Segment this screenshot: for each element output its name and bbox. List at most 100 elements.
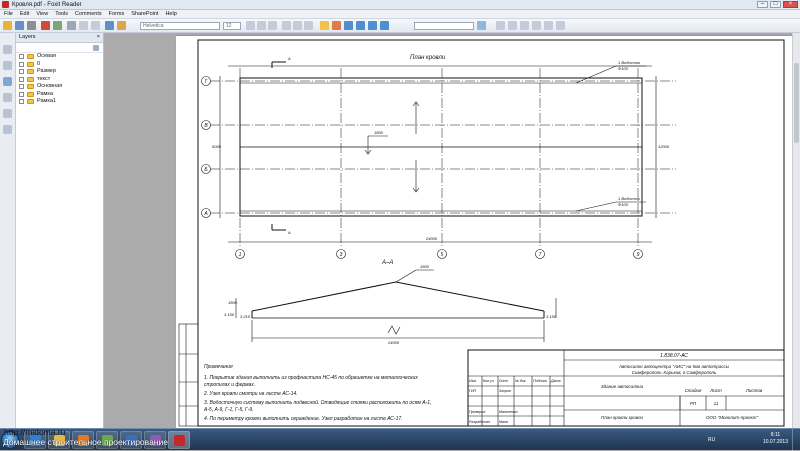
create-pdf-icon[interactable] bbox=[41, 21, 50, 30]
dim-section-width: 24000 bbox=[387, 340, 400, 345]
minimize-button[interactable]: – bbox=[757, 1, 768, 8]
stamp-stage-header: Стадия bbox=[685, 388, 702, 393]
document-viewer[interactable]: Г В Б А 1 3 5 7 9 План кровли 24000 1200… bbox=[105, 33, 800, 428]
stamp-name: Згоров bbox=[499, 389, 511, 393]
edge-mark-left: 3.150 bbox=[224, 312, 235, 317]
layer-item[interactable]: Рамка1 bbox=[16, 98, 103, 106]
menu-help[interactable]: Help bbox=[165, 10, 176, 18]
search-icon[interactable] bbox=[477, 21, 486, 30]
layer-visibility-checkbox[interactable] bbox=[19, 54, 24, 59]
layer-visibility-checkbox[interactable] bbox=[19, 99, 24, 104]
rotate-right-icon[interactable] bbox=[556, 21, 565, 30]
layer-item[interactable]: Рамка bbox=[16, 91, 103, 99]
layer-label: Рамка1 bbox=[37, 98, 56, 104]
layer-item[interactable]: Размер bbox=[16, 68, 103, 76]
prev-page-icon[interactable] bbox=[356, 21, 365, 30]
menu-tools[interactable]: Tools bbox=[55, 10, 68, 18]
clock[interactable]: 8:11 10.07.2013 bbox=[763, 432, 788, 446]
layer-item[interactable]: Основная bbox=[16, 83, 103, 91]
select-text-icon[interactable] bbox=[79, 21, 88, 30]
next-page-icon[interactable] bbox=[368, 21, 377, 30]
gutter-label: 1 Водосток bbox=[618, 60, 641, 65]
layers-panel-title: Layers bbox=[19, 34, 36, 40]
site-watermark: http://midoma.ru bbox=[4, 427, 66, 437]
align-center-icon[interactable] bbox=[293, 21, 302, 30]
attachments-icon[interactable] bbox=[3, 109, 12, 118]
email-icon[interactable] bbox=[53, 21, 62, 30]
pages-icon[interactable] bbox=[3, 61, 12, 70]
layer-item[interactable]: текст bbox=[16, 76, 103, 84]
menu-view[interactable]: View bbox=[36, 10, 48, 18]
taskbar-foxit[interactable] bbox=[168, 431, 190, 449]
stamp-project-line2: Симферополь-Харьков, г.Симферополь bbox=[632, 370, 717, 375]
stamp-sheet-name: План кровли кровли bbox=[601, 415, 644, 420]
align-right-icon[interactable] bbox=[304, 21, 313, 30]
fit-width-icon[interactable] bbox=[520, 21, 529, 30]
layer-options-icon[interactable] bbox=[93, 45, 99, 51]
stamp-col: Изм. bbox=[469, 379, 477, 383]
layer-folder-icon bbox=[27, 76, 34, 82]
layer-item[interactable]: Осевая bbox=[16, 53, 103, 61]
dim-bay-left: 6000 bbox=[212, 144, 222, 149]
note-icon[interactable] bbox=[117, 21, 126, 30]
snapshot-icon[interactable] bbox=[91, 21, 100, 30]
navigation-panel bbox=[0, 33, 16, 428]
section-cut-label: А bbox=[287, 230, 291, 235]
foxit-reader-window: Кровля.pdf - Foxit Reader – □ × File Edi… bbox=[0, 0, 800, 451]
layer-item[interactable]: 0 bbox=[16, 61, 103, 69]
print-icon[interactable] bbox=[27, 21, 36, 30]
layer-visibility-checkbox[interactable] bbox=[19, 76, 24, 82]
align-left-icon[interactable] bbox=[282, 21, 291, 30]
scrollbar-thumb[interactable] bbox=[794, 63, 799, 143]
bold-icon[interactable] bbox=[246, 21, 255, 30]
note-line: 4. По периметру кровли выполнить огражде… bbox=[204, 416, 403, 422]
first-page-icon[interactable] bbox=[344, 21, 353, 30]
highlight-icon[interactable] bbox=[320, 21, 329, 30]
font-family-select[interactable]: Helvetica bbox=[140, 22, 220, 30]
hand-tool-icon[interactable] bbox=[67, 21, 76, 30]
menu-forms[interactable]: Forms bbox=[109, 10, 125, 18]
menu-sharepoint[interactable]: SharePoint bbox=[131, 10, 158, 18]
close-button[interactable]: × bbox=[783, 1, 798, 8]
layers-icon[interactable] bbox=[3, 77, 12, 86]
title-bar: Кровля.pdf - Foxit Reader – □ × bbox=[0, 0, 800, 10]
open-icon[interactable] bbox=[3, 21, 12, 30]
vertical-scrollbar[interactable] bbox=[792, 33, 800, 428]
layer-folder-icon bbox=[27, 91, 34, 97]
stamp-role: Разработал bbox=[469, 420, 490, 424]
stamp-building: Здание автосалона bbox=[601, 384, 644, 389]
bookmarks-icon[interactable] bbox=[3, 45, 12, 54]
maximize-button[interactable]: □ bbox=[770, 1, 781, 8]
language-indicator[interactable]: RU bbox=[708, 437, 715, 443]
layer-visibility-checkbox[interactable] bbox=[19, 61, 24, 67]
last-page-icon[interactable] bbox=[380, 21, 389, 30]
comments-icon[interactable] bbox=[3, 93, 12, 102]
zoom-out-icon[interactable] bbox=[496, 21, 505, 30]
font-size-select[interactable]: 12 bbox=[223, 22, 241, 30]
close-panel-icon[interactable]: × bbox=[97, 33, 100, 42]
menu-file[interactable]: File bbox=[4, 10, 13, 18]
italic-icon[interactable] bbox=[257, 21, 266, 30]
gutter-label: 1 Водосток bbox=[618, 196, 641, 201]
notes-title: Примечания bbox=[204, 364, 233, 370]
layer-folder-icon bbox=[27, 61, 34, 67]
save-icon[interactable] bbox=[15, 21, 24, 30]
dim-total-width: 12000 bbox=[658, 144, 670, 149]
menu-edit[interactable]: Edit bbox=[20, 10, 29, 18]
zoom-icon[interactable] bbox=[105, 21, 114, 30]
search-input[interactable] bbox=[414, 22, 474, 30]
fit-page-icon[interactable] bbox=[532, 21, 541, 30]
zoom-in-icon[interactable] bbox=[508, 21, 517, 30]
dim-ridge-height: 1800 bbox=[228, 300, 238, 305]
signatures-icon[interactable] bbox=[3, 125, 12, 134]
rotate-icon[interactable] bbox=[544, 21, 553, 30]
layer-visibility-checkbox[interactable] bbox=[19, 91, 24, 97]
layer-visibility-checkbox[interactable] bbox=[19, 84, 24, 89]
typewriter-icon[interactable] bbox=[332, 21, 341, 30]
layers-panel-tools bbox=[16, 43, 103, 53]
layers-panel: Layers × Осевая 0 Размер текст Основная … bbox=[16, 33, 104, 428]
underline-icon[interactable] bbox=[268, 21, 277, 30]
menu-comments[interactable]: Comments bbox=[75, 10, 102, 18]
layer-visibility-checkbox[interactable] bbox=[19, 69, 24, 74]
show-desktop-button[interactable] bbox=[792, 429, 800, 451]
